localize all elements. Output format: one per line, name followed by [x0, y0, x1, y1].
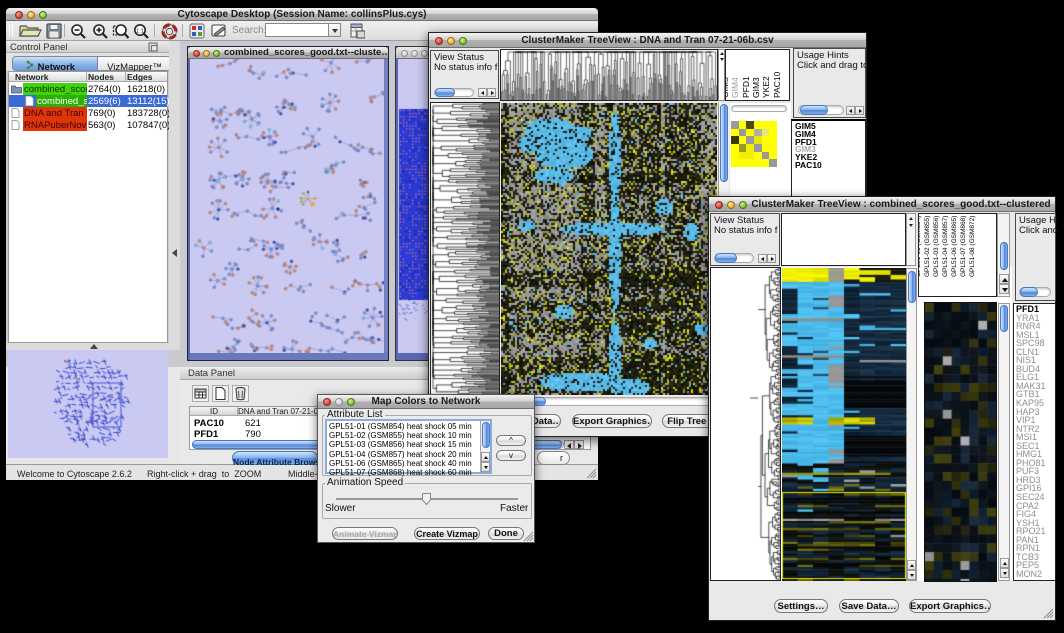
- svg-text:1:1: 1:1: [136, 28, 144, 34]
